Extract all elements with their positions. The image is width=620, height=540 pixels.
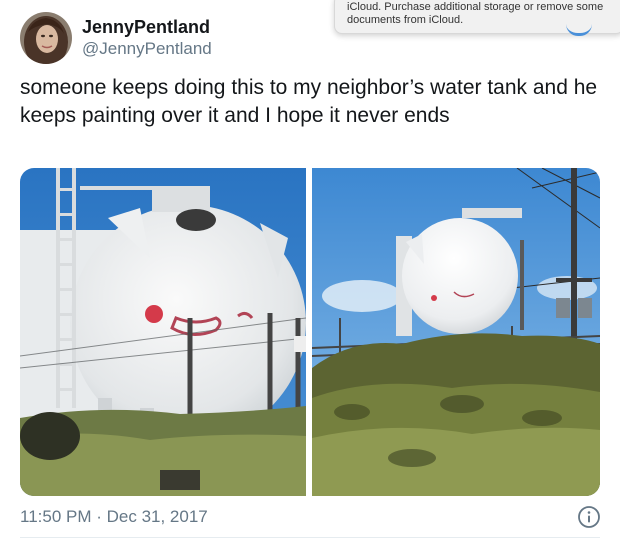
notification-text: iCloud. Purchase additional storage or r… (347, 1, 604, 26)
user-handle[interactable]: @JennyPentland (82, 38, 212, 60)
tweet-text: someone keeps doing this to my neighbor’… (20, 76, 598, 127)
tank-closeup-photo[interactable] (20, 168, 306, 496)
footer-divider (20, 537, 600, 538)
info-icon[interactable] (577, 505, 601, 529)
avatar[interactable] (20, 12, 72, 64)
tweet-media (20, 168, 600, 496)
display-name[interactable]: JennyPentland (82, 16, 212, 38)
notification-accent (566, 24, 592, 36)
tweet-timestamp[interactable]: 11:50 PM · Dec 31, 2017 (20, 506, 208, 528)
user-names: JennyPentland @JennyPentland (82, 16, 212, 60)
tank-distant-photo[interactable] (312, 168, 600, 496)
tweet-header: JennyPentland @JennyPentland (20, 10, 212, 66)
